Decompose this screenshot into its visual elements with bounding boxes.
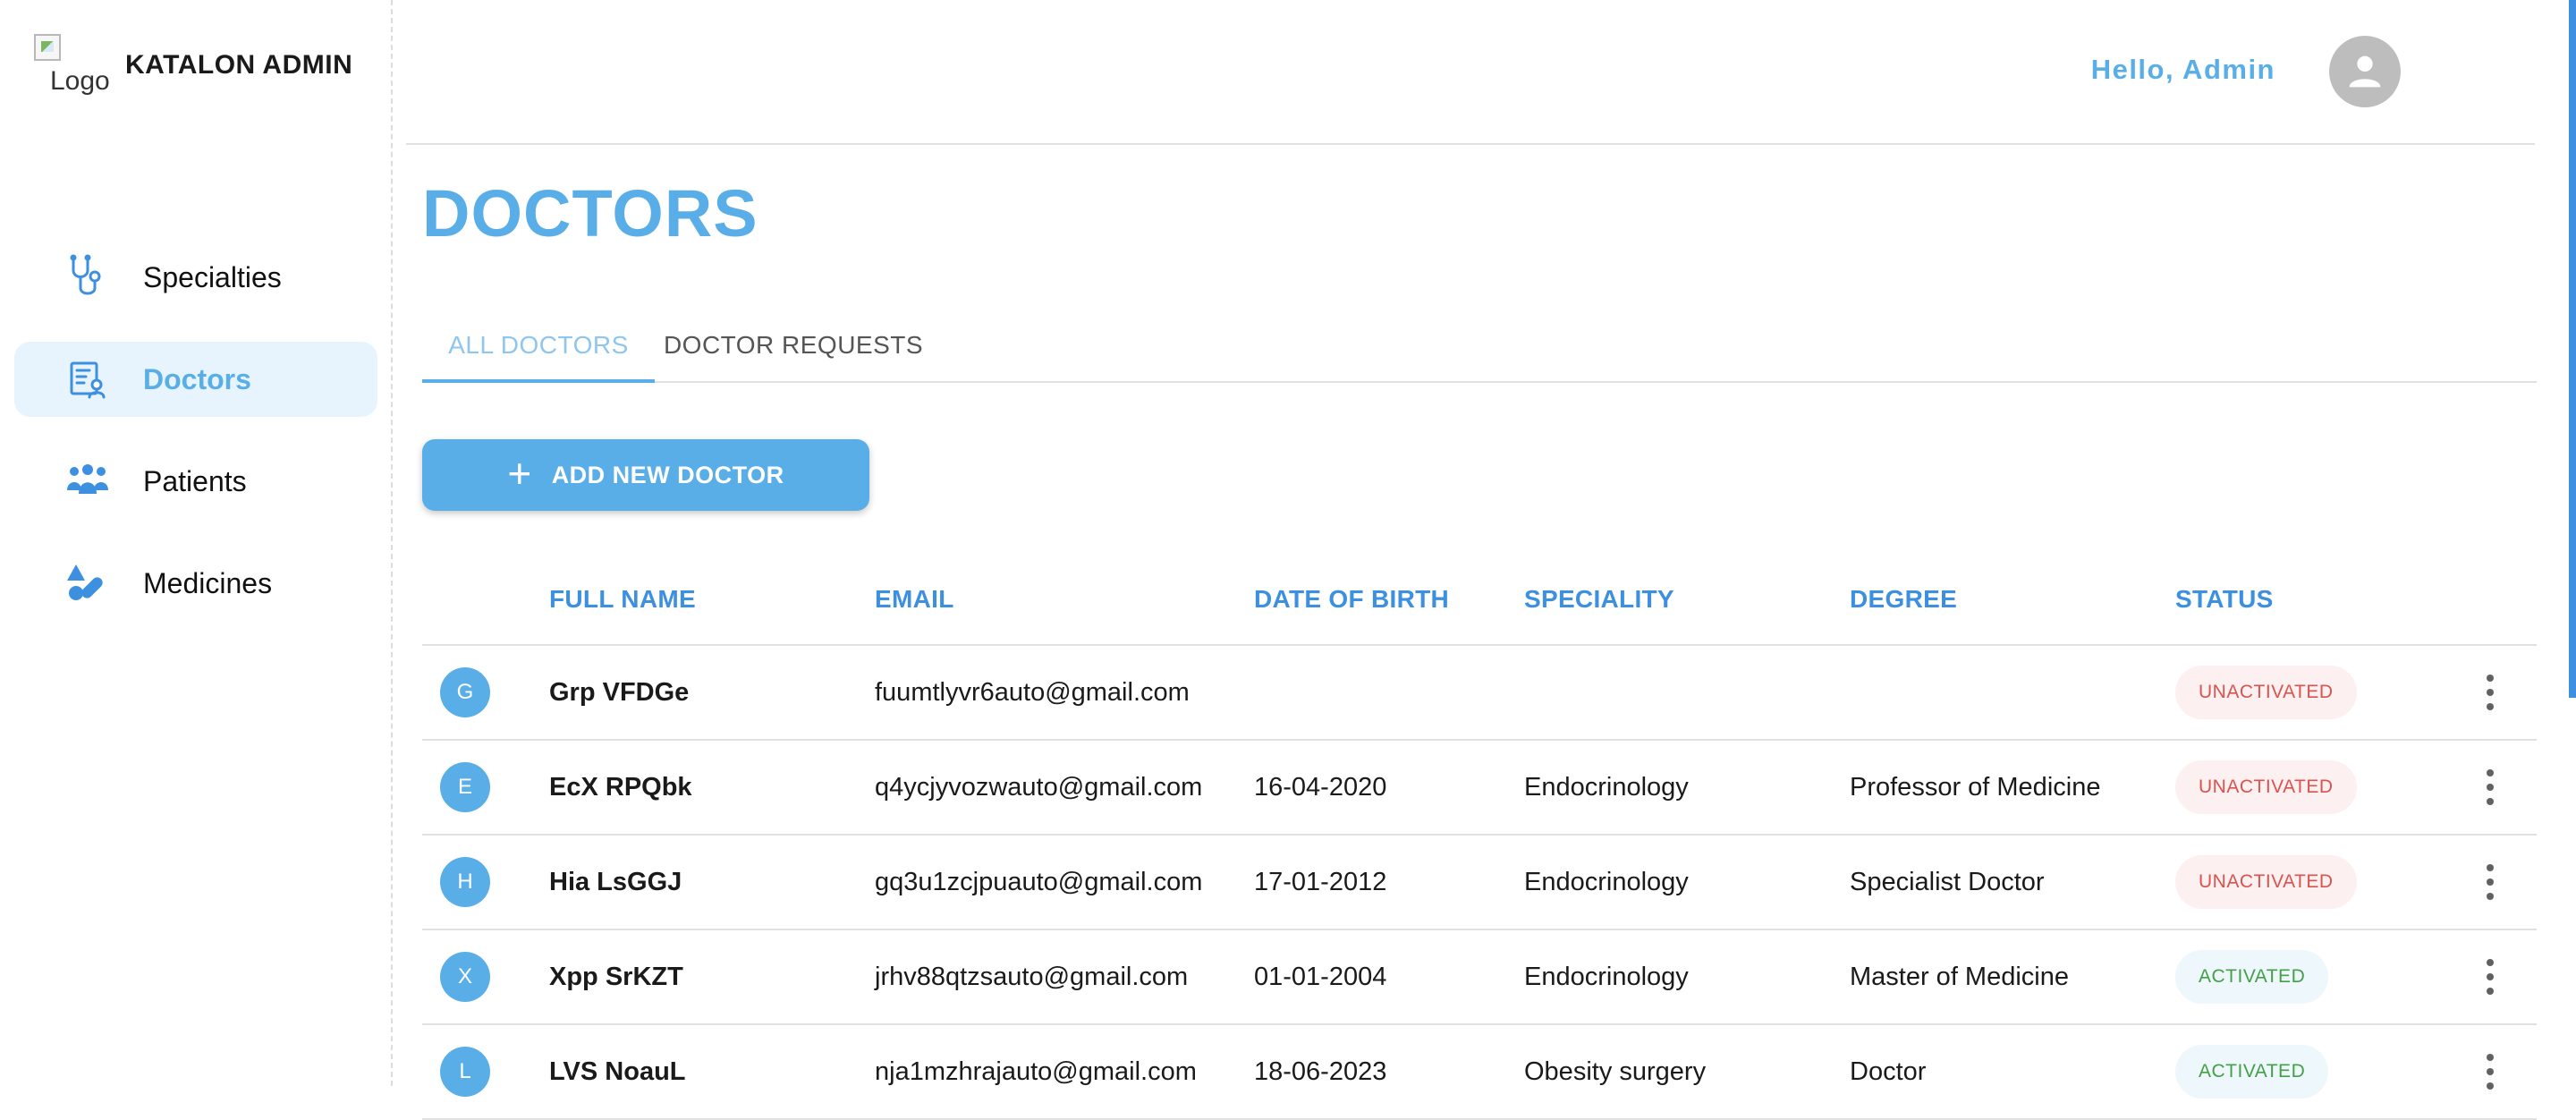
sidebar-item-medicines[interactable]: Medicines	[14, 546, 377, 621]
column-header-full-name[interactable]: FULL NAME	[549, 555, 696, 644]
status-badge: ACTIVATED	[2175, 1045, 2329, 1099]
cell-email: fuumtlyvr6auto@gmail.com	[875, 677, 1190, 707]
account-circle-icon	[2349, 55, 2381, 88]
table-row[interactable]: L LVS NoauL nja1mzhrajauto@gmail.com 18-…	[422, 1025, 2537, 1120]
cell-full-name: Xpp SrKZT	[549, 962, 683, 991]
cell-email: q4ycjyvozwauto@gmail.com	[875, 772, 1203, 802]
tab-bar: ALL DOCTORS DOCTOR REQUESTS	[422, 310, 2537, 383]
add-new-doctor-button[interactable]: + ADD NEW DOCTOR	[422, 439, 869, 511]
cell-degree: Doctor	[1850, 1056, 1927, 1086]
pills-icon	[63, 558, 113, 608]
more-vert-icon[interactable]	[2479, 864, 2501, 900]
doctor-list-icon	[63, 354, 113, 404]
stethoscope-icon	[63, 252, 113, 302]
more-vert-icon[interactable]	[2479, 769, 2501, 805]
cell-degree: Master of Medicine	[1850, 962, 2069, 991]
scrollbar[interactable]	[2569, 0, 2576, 698]
avatar-initial: E	[440, 762, 490, 812]
status-badge: UNACTIVATED	[2175, 666, 2357, 719]
table-row[interactable]: X Xpp SrKZT jrhv88qtzsauto@gmail.com 01-…	[422, 930, 2537, 1025]
cell-date-of-birth: 01-01-2004	[1254, 962, 1387, 991]
cell-full-name: Grp VFDGe	[549, 677, 690, 707]
avatar-initial: G	[440, 667, 490, 717]
avatar-initial: H	[440, 857, 490, 907]
brand-name: KATALON ADMIN	[125, 50, 353, 80]
sidebar-item-label: Doctors	[143, 362, 251, 395]
sidebar-nav: Specialties Doctors Patients Medicines	[14, 240, 377, 648]
cell-full-name: Hia LsGGJ	[549, 867, 682, 896]
plus-icon: +	[507, 450, 532, 496]
cell-date-of-birth: 18-06-2023	[1254, 1056, 1387, 1086]
cell-email: gq3u1zcjpuauto@gmail.com	[875, 867, 1203, 896]
avatar-initial: L	[440, 1047, 490, 1097]
cell-email: nja1mzhrajauto@gmail.com	[875, 1056, 1197, 1086]
cell-date-of-birth: 17-01-2012	[1254, 867, 1387, 896]
active-tab-indicator	[422, 379, 655, 383]
greeting-text: Hello, Admin	[2090, 54, 2275, 85]
cell-speciality: Endocrinology	[1524, 962, 1689, 991]
cell-speciality: Obesity surgery	[1524, 1056, 1707, 1086]
doctors-table: FULL NAME EMAIL DATE OF BIRTH SPECIALITY…	[422, 555, 2537, 1120]
status-badge: ACTIVATED	[2175, 950, 2329, 1004]
logo-alt-text: Logo	[50, 66, 110, 96]
table-row[interactable]: E EcX RPQbk q4ycjyvozwauto@gmail.com 16-…	[422, 741, 2537, 836]
sidebar-item-patients[interactable]: Patients	[14, 444, 377, 519]
sidebar-item-specialties[interactable]: Specialties	[14, 240, 377, 315]
patients-icon	[63, 456, 113, 506]
sidebar-item-label: Specialties	[143, 260, 282, 293]
more-vert-icon[interactable]	[2479, 675, 2501, 710]
sidebar-item-label: Medicines	[143, 566, 273, 599]
table-row[interactable]: G Grp VFDGe fuumtlyvr6auto@gmail.com UNA…	[422, 646, 2537, 741]
tab-doctor-requests[interactable]: DOCTOR REQUESTS	[655, 310, 932, 381]
sidebar: Logo KATALON ADMIN Specialties Doctors P…	[0, 0, 393, 1086]
cell-date-of-birth: 16-04-2020	[1254, 772, 1387, 802]
cell-full-name: LVS NoauL	[549, 1056, 686, 1086]
cell-degree: Specialist Doctor	[1850, 867, 2045, 896]
tab-all-doctors[interactable]: ALL DOCTORS	[422, 310, 655, 381]
status-badge: UNACTIVATED	[2175, 855, 2357, 909]
table-row[interactable]: H Hia LsGGJ gq3u1zcjpuauto@gmail.com 17-…	[422, 836, 2537, 930]
top-header: Hello, Admin	[406, 0, 2535, 145]
cell-speciality: Endocrinology	[1524, 772, 1689, 802]
cell-degree: Professor of Medicine	[1850, 772, 2101, 802]
avatar[interactable]	[2329, 36, 2401, 107]
column-header-email[interactable]: EMAIL	[875, 555, 954, 644]
add-button-label: ADD NEW DOCTOR	[551, 461, 784, 488]
cell-speciality: Endocrinology	[1524, 867, 1689, 896]
column-header-date-of-birth[interactable]: DATE OF BIRTH	[1254, 555, 1449, 644]
status-badge: UNACTIVATED	[2175, 760, 2357, 814]
cell-email: jrhv88qtzsauto@gmail.com	[875, 962, 1189, 991]
more-vert-icon[interactable]	[2479, 959, 2501, 995]
page-title: DOCTORS	[422, 176, 758, 250]
column-header-degree[interactable]: DEGREE	[1850, 555, 1957, 644]
sidebar-item-doctors[interactable]: Doctors	[14, 342, 377, 417]
broken-image-icon	[34, 34, 61, 61]
column-header-status[interactable]: STATUS	[2175, 555, 2274, 644]
column-header-speciality[interactable]: SPECIALITY	[1524, 555, 1674, 644]
cell-full-name: EcX RPQbk	[549, 772, 692, 802]
brand[interactable]: Logo KATALON ADMIN	[34, 34, 352, 97]
table-header: FULL NAME EMAIL DATE OF BIRTH SPECIALITY…	[422, 555, 2537, 646]
avatar-initial: X	[440, 952, 490, 1002]
sidebar-item-label: Patients	[143, 464, 247, 497]
logo-image: Logo	[34, 34, 113, 97]
more-vert-icon[interactable]	[2479, 1054, 2501, 1090]
